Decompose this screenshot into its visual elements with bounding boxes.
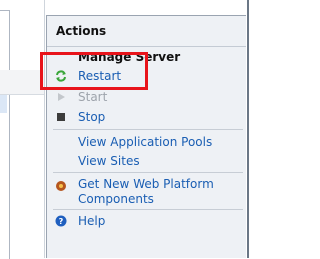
view-application-pools-action[interactable]: View Application Pools [47,133,247,151]
right-splitter[interactable] [246,0,253,258]
left-pane [0,0,45,259]
actions-header: Actions [47,16,246,47]
help-action[interactable]: ? Help [47,212,247,230]
help-label: Help [78,214,106,228]
start-action[interactable]: Start [47,88,247,106]
get-web-platform-label: Get New Web Platform [78,177,214,191]
stop-action[interactable]: Stop [47,108,247,126]
stop-label: Stop [78,110,106,124]
left-pane-border [0,0,45,258]
separator [53,172,243,173]
web-platform-icon [56,181,66,191]
view-sites-label: View Sites [78,154,140,168]
highlight-box [40,52,148,90]
separator [53,129,243,130]
view-sites-action[interactable]: View Sites [47,152,247,170]
stop-icon [57,113,65,121]
get-web-platform-action[interactable]: Get New Web Platform Components [47,175,247,209]
start-label: Start [78,90,108,104]
start-icon [58,93,65,101]
help-icon: ? [55,215,67,227]
svg-text:?: ? [59,217,64,226]
right-splitter-bar [247,0,249,258]
view-application-pools-label: View Application Pools [78,135,213,149]
separator [53,209,243,210]
get-web-platform-label-2: Components [78,192,154,206]
